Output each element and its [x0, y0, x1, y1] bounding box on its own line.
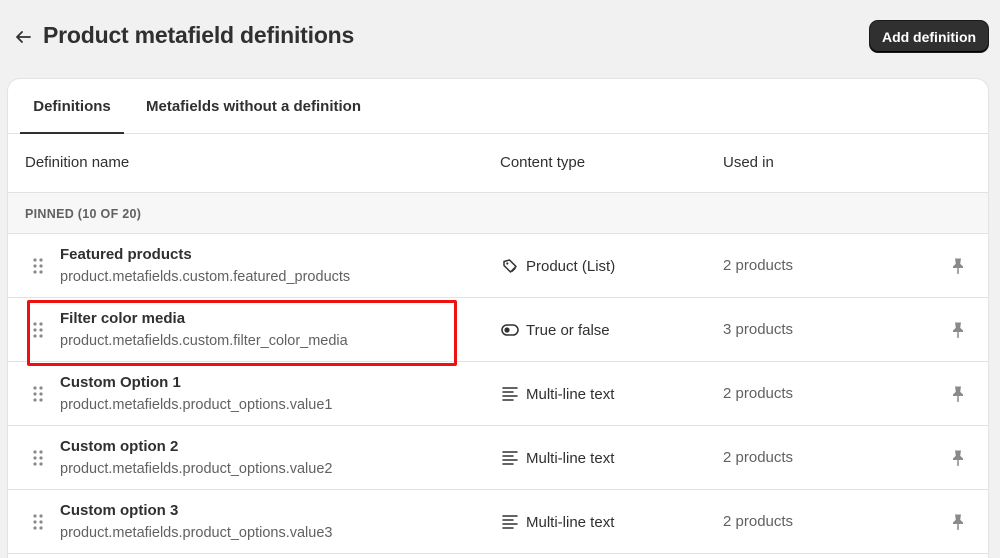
arrow-left-icon — [16, 31, 31, 43]
definition-name[interactable]: Featured products — [60, 246, 192, 263]
content-type-label: True or false — [526, 321, 610, 339]
content-type: Multi-line text — [500, 513, 614, 531]
content-type: Multi-line text — [500, 385, 614, 403]
pinned-section-label: PINNED (10 OF 20) — [25, 207, 142, 221]
pin-icon[interactable] — [948, 512, 968, 532]
drag-handle-icon[interactable] — [32, 322, 44, 338]
column-header-content-type[interactable]: Content type — [500, 154, 585, 171]
tab-bar: Definitions Metafields without a definit… — [8, 79, 988, 134]
tab-definitions[interactable]: Definitions — [20, 79, 124, 134]
product-tag-icon — [500, 257, 520, 275]
content-type-label: Multi-line text — [526, 385, 615, 403]
drag-handle-icon[interactable] — [32, 258, 44, 274]
drag-handle-icon[interactable] — [32, 450, 44, 466]
definition-name[interactable]: Custom option 3 — [60, 502, 178, 519]
table-row[interactable]: Custom option 2 product.metafields.produ… — [8, 426, 988, 490]
definition-name[interactable]: Filter color media — [60, 310, 185, 327]
used-in-count: 2 products — [723, 257, 794, 274]
pin-icon[interactable] — [948, 384, 968, 404]
definition-key: product.metafields.product_options.value… — [60, 397, 333, 413]
definitions-card: Definitions Metafields without a definit… — [8, 79, 988, 558]
used-in-count: 3 products — [723, 321, 794, 338]
table-header: Definition name Content type Used in — [8, 134, 988, 193]
content-type: True or false — [500, 321, 610, 339]
text-lines-icon — [500, 449, 520, 467]
table-row[interactable]: Custom Option 1 product.metafields.produ… — [8, 362, 988, 426]
page-title: Product metafield definitions — [43, 22, 355, 48]
definition-key: product.metafields.product_options.value… — [60, 525, 333, 541]
toggle-icon — [500, 321, 520, 339]
content-type-label: Multi-line text — [526, 449, 615, 467]
definition-key: product.metafields.custom.featured_produ… — [60, 269, 351, 285]
used-in-count: 2 products — [723, 449, 794, 466]
content-type: Multi-line text — [500, 449, 614, 467]
used-in-count: 2 products — [723, 513, 794, 530]
table-row[interactable]: Featured products product.metafields.cus… — [8, 234, 988, 298]
definition-name[interactable]: Custom option 2 — [60, 438, 178, 455]
add-definition-button[interactable]: Add definition — [870, 21, 988, 52]
tab-metafields-without-definition[interactable]: Metafields without a definition — [146, 79, 376, 134]
definition-name[interactable]: Custom Option 1 — [60, 374, 181, 391]
table-row[interactable]: Filter color media product.metafields.cu… — [8, 298, 988, 362]
table-row[interactable]: Custom option 3 product.metafields.produ… — [8, 490, 988, 554]
back-button[interactable] — [10, 24, 36, 50]
column-header-definition-name[interactable]: Definition name — [25, 154, 129, 171]
definition-key: product.metafields.custom.filter_color_m… — [60, 333, 348, 349]
page-header: Product metafield definitions Add defini… — [0, 0, 1000, 76]
definition-key: product.metafields.product_options.value… — [60, 461, 333, 477]
content-type-label: Multi-line text — [526, 513, 615, 531]
drag-handle-icon[interactable] — [32, 386, 44, 402]
used-in-count: 2 products — [723, 385, 794, 402]
text-lines-icon — [500, 385, 520, 403]
pin-icon[interactable] — [948, 256, 968, 276]
drag-handle-icon[interactable] — [32, 514, 44, 530]
content-type-label: Product (List) — [526, 257, 616, 275]
pin-icon[interactable] — [948, 448, 968, 468]
content-type: Product (List) — [500, 257, 615, 275]
pin-icon[interactable] — [948, 320, 968, 340]
pinned-section-header: PINNED (10 OF 20) — [8, 193, 988, 234]
column-header-used-in[interactable]: Used in — [723, 154, 774, 171]
text-lines-icon — [500, 513, 520, 531]
